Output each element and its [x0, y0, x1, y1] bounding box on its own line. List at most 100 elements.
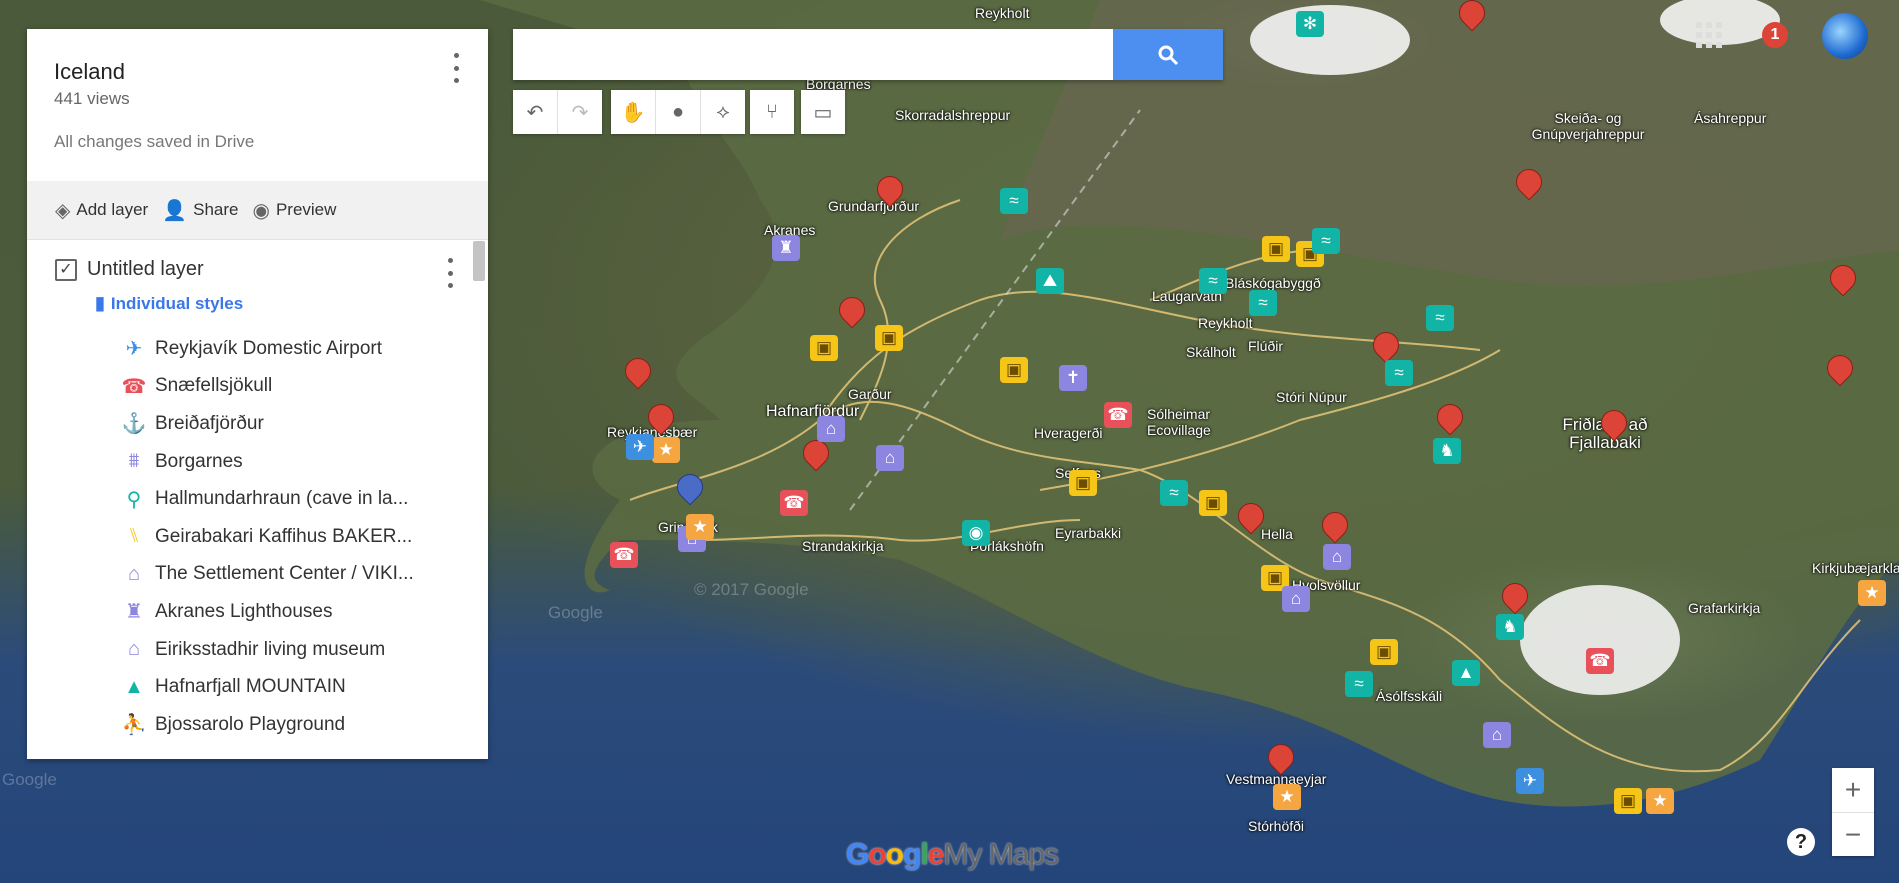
star-marker[interactable]: ★: [1273, 784, 1301, 810]
draw-line-button[interactable]: ⟡: [701, 90, 745, 134]
map-label: Strandakirkja: [802, 538, 884, 554]
map-watermark: Google: [548, 603, 603, 622]
list-item[interactable]: ♜ Akranes Lighthouses: [55, 593, 488, 631]
suitcase-marker[interactable]: ▣: [1000, 357, 1028, 383]
list-item[interactable]: ⩩ Borgarnes: [55, 443, 488, 481]
list-item[interactable]: ⌂ The Settlement Center / VIKI...: [55, 556, 488, 594]
hiker-marker[interactable]: ⛰: [1036, 268, 1064, 294]
museum-marker[interactable]: ⌂: [1282, 586, 1310, 612]
horse-marker[interactable]: ♞: [1433, 438, 1461, 464]
airplane-marker[interactable]: ✈: [1516, 768, 1544, 794]
map-actions: ◈ Add layer 👤 Share ◉ Preview: [27, 181, 488, 240]
list-item[interactable]: ⚓ Breiðafjörður: [55, 405, 488, 443]
water-marker[interactable]: ≈: [1199, 268, 1227, 294]
individual-styles-link[interactable]: ▮ Individual styles: [95, 293, 488, 314]
share-button[interactable]: 👤 Share: [162, 198, 238, 223]
suitcase-marker[interactable]: ▣: [1370, 639, 1398, 665]
select-tool-button[interactable]: ✋: [611, 90, 656, 134]
airplane-icon: ✈: [125, 338, 143, 361]
list-item[interactable]: ⚲ Hallmundarhraun (cave in la...: [55, 480, 488, 518]
map-label: Hveragerði: [1034, 425, 1103, 441]
layer-feature-list: ✈ Reykjavík Domestic Airport ☎ Snæfellsjök…: [55, 330, 488, 744]
redo-button[interactable]: ↷: [558, 90, 602, 134]
map-label: Garður: [848, 386, 892, 402]
suitcase-marker[interactable]: ▣: [1614, 788, 1642, 814]
list-item-label: Breiðafjörður: [155, 412, 264, 434]
sidebar-scrollbar[interactable]: [473, 241, 485, 281]
list-item-label: Eiriksstadhir living museum: [155, 638, 386, 660]
museum-marker[interactable]: ⌂: [1323, 544, 1351, 570]
star-marker[interactable]: ★: [652, 437, 680, 463]
layers-icon: ◈: [55, 199, 71, 222]
avatar[interactable]: [1822, 13, 1868, 59]
water-marker[interactable]: ≈: [1385, 360, 1413, 386]
undo-button[interactable]: ↶: [513, 90, 558, 134]
history-toolbar: ↶ ↷: [513, 90, 602, 134]
add-layer-button[interactable]: ◈ Add layer: [55, 198, 148, 223]
list-item-label: Geirabakari Kaffihus BAKER...: [155, 525, 413, 547]
bridge-icon: ⩩: [128, 450, 140, 473]
layer-options-icon[interactable]: [438, 258, 462, 288]
list-item[interactable]: ☎ Snæfellsjökull: [55, 368, 488, 406]
apps-grid-icon[interactable]: [1696, 22, 1722, 48]
museum-marker[interactable]: ⌂: [1483, 722, 1511, 748]
volcano-marker[interactable]: ☎: [780, 490, 808, 516]
map-label: Grafarkirkja: [1688, 600, 1761, 616]
search-button[interactable]: [1113, 29, 1223, 80]
layer-title[interactable]: Untitled layer: [87, 258, 204, 281]
star-marker[interactable]: ★: [686, 514, 714, 540]
drawing-toolbar: ✋ ● ⟡: [611, 90, 745, 134]
water-marker[interactable]: ≈: [1312, 228, 1340, 254]
water-marker[interactable]: ≈: [1000, 188, 1028, 214]
water-marker[interactable]: ≈: [1160, 480, 1188, 506]
volcano-marker[interactable]: ◉: [962, 520, 990, 546]
map-title[interactable]: Iceland: [54, 59, 461, 85]
add-directions-button[interactable]: ⑂: [750, 90, 794, 134]
hiker-marker[interactable]: ♞: [1496, 614, 1524, 640]
mountain-marker[interactable]: ▲: [1452, 660, 1480, 686]
suitcase-marker[interactable]: ▣: [1262, 236, 1290, 262]
suitcase-marker[interactable]: ▣: [810, 335, 838, 361]
map-label: Reykholt: [1198, 315, 1253, 331]
help-button[interactable]: ?: [1787, 828, 1815, 856]
layer-visibility-checkbox[interactable]: ✓: [55, 258, 77, 281]
snowflake-marker[interactable]: ✻: [1296, 11, 1324, 37]
list-item[interactable]: ✈ Reykjavík Domestic Airport: [55, 330, 488, 368]
star-marker[interactable]: ★: [1646, 788, 1674, 814]
list-item[interactable]: ⛹ Bjossarolo Playground: [55, 706, 488, 744]
museum-marker[interactable]: ⌂: [817, 416, 845, 442]
mountain-icon: ▲: [124, 675, 144, 698]
map-options-icon[interactable]: [444, 53, 468, 83]
save-status: All changes saved in Drive: [54, 132, 255, 151]
logo-letter: o: [868, 838, 886, 871]
google-my-maps-logo: GoogleMy Maps: [846, 838, 1059, 872]
lighthouse-marker[interactable]: ♜: [772, 235, 800, 261]
church-marker[interactable]: ✝: [1059, 365, 1087, 391]
suitcase-marker[interactable]: ▣: [1069, 470, 1097, 496]
water-marker[interactable]: ≈: [1426, 305, 1454, 331]
list-item[interactable]: ⑊ Geirabakari Kaffihus BAKER...: [55, 518, 488, 556]
search-input[interactable]: [513, 29, 1103, 80]
add-marker-button[interactable]: ●: [656, 90, 701, 134]
airplane-marker[interactable]: ✈: [626, 434, 654, 460]
zoom-in-button[interactable]: +: [1832, 768, 1874, 813]
star-marker[interactable]: ★: [1858, 580, 1886, 606]
museum-marker[interactable]: ⌂: [876, 445, 904, 471]
measure-button[interactable]: ▭: [801, 90, 845, 134]
zoom-out-button[interactable]: −: [1832, 813, 1874, 857]
list-item[interactable]: ⌂ Eiriksstadhir living museum: [55, 631, 488, 669]
volcano-marker[interactable]: ☎: [1586, 648, 1614, 674]
list-item[interactable]: ▲ Hafnarfjall MOUNTAIN: [55, 668, 488, 706]
suitcase-marker[interactable]: ▣: [875, 325, 903, 351]
styles-label: Individual styles: [110, 293, 244, 313]
water-marker[interactable]: ≈: [1249, 290, 1277, 316]
suitcase-marker[interactable]: ▣: [1199, 490, 1227, 516]
preview-button[interactable]: ◉ Preview: [253, 198, 337, 223]
volcano-marker[interactable]: ☎: [1104, 402, 1132, 428]
water-marker[interactable]: ≈: [1345, 671, 1373, 697]
search-box: [513, 29, 1223, 80]
notifications-badge[interactable]: 1: [1762, 22, 1788, 48]
map-watermark: Google: [2, 770, 57, 789]
list-item-label: Borgarnes: [155, 450, 243, 472]
volcano-marker[interactable]: ☎: [610, 542, 638, 568]
